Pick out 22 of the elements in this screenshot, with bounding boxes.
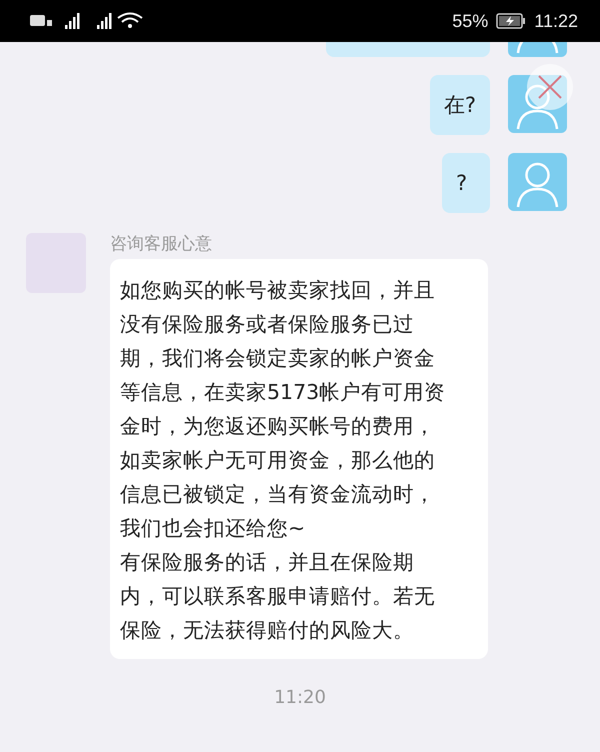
battery-icon bbox=[496, 13, 526, 29]
message-text: 期，我们将会锁定卖家的帐户资金 bbox=[120, 345, 436, 372]
avatar-icon bbox=[508, 75, 567, 133]
sender-name: 咨询客服心意 bbox=[110, 233, 213, 255]
battery-percentage: 55% bbox=[452, 10, 488, 32]
message-text: 等信息，在卖家5173帐户有可用资 bbox=[120, 379, 446, 406]
message-bubble: 在? bbox=[430, 75, 490, 135]
close-icon bbox=[537, 74, 563, 100]
message-bubble: ? bbox=[442, 153, 490, 213]
message-text: 我们也会扣还给您~ bbox=[120, 515, 306, 542]
message-text: 有保险服务的话，并且在保险期 bbox=[120, 549, 415, 576]
avatar-icon bbox=[508, 153, 567, 211]
clock-time: 11:22 bbox=[534, 10, 578, 32]
message-text: 如卖家帐户无可用资金，那么他的 bbox=[120, 447, 436, 474]
message-text: 保险，无法获得赔付的风险大。 bbox=[120, 617, 415, 644]
message-text: 没有保险服务或者保险服务已过 bbox=[120, 311, 415, 338]
close-button[interactable] bbox=[527, 64, 573, 110]
message-text: 信息已被锁定，当有资金流动时， bbox=[120, 481, 436, 508]
message-timestamp: 11:20 bbox=[273, 687, 327, 708]
message-text: 金时，为您返还购买帐号的费用， bbox=[120, 413, 436, 440]
message-text: 内，可以联系客服申请赔付。若无 bbox=[120, 583, 436, 610]
message-text: 如您购买的帐号被卖家找回，并且 bbox=[120, 277, 436, 304]
